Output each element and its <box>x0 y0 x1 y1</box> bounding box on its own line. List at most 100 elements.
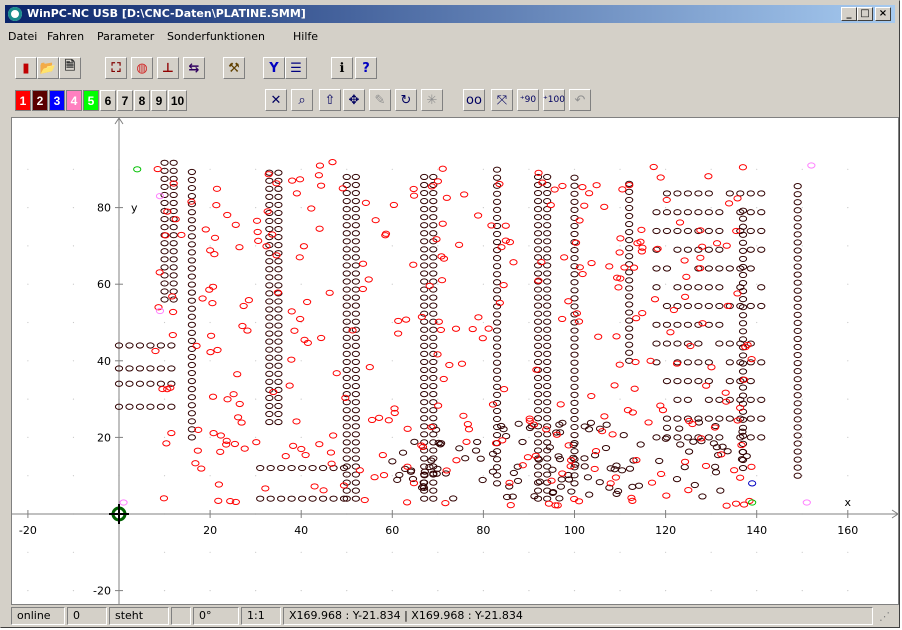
pcb-hole <box>612 462 621 469</box>
jump-button[interactable]: ⇆ <box>183 57 205 79</box>
menu-parameter[interactable]: Parameter <box>97 30 154 43</box>
move-button[interactable]: ✥ <box>343 89 365 111</box>
pcb-hole <box>187 257 196 264</box>
pcb-pad <box>364 276 373 283</box>
pcb-hole <box>169 248 178 255</box>
pen-button[interactable]: ✎ <box>369 89 391 111</box>
color-wheel-button[interactable]: ◍ <box>131 57 153 79</box>
close-button[interactable]: × <box>875 7 891 21</box>
tool-5-button[interactable]: 5 <box>83 90 99 111</box>
rotate-button[interactable]: ↻ <box>395 89 417 111</box>
pcb-pad <box>193 447 202 454</box>
tool-3-button[interactable]: 3 <box>49 90 65 111</box>
menu-datei[interactable]: Datei <box>8 30 37 43</box>
list-button[interactable]: ☰ <box>285 57 307 79</box>
tool-change-button[interactable]: ⚒ <box>223 57 245 79</box>
pcb-hole <box>543 350 552 358</box>
view-fit-button[interactable]: ⛶ <box>105 57 127 79</box>
minimize-button[interactable]: _ <box>841 7 857 21</box>
tool-8-button[interactable]: 8 <box>134 90 150 111</box>
tool-6-button[interactable]: 6 <box>100 90 116 111</box>
mirror-button[interactable]: ⤧ <box>491 89 513 111</box>
rotate-90-button[interactable]: ⁺90 <box>517 89 539 111</box>
menu-hilfe[interactable]: Hilfe <box>293 30 318 43</box>
pcb-pad <box>441 500 450 507</box>
pcb-pad <box>722 242 731 249</box>
y-tick-label: 40 <box>97 355 111 368</box>
pcb-hole <box>543 278 552 285</box>
grid-dot <box>482 436 484 438</box>
pcb-hole <box>256 495 265 502</box>
window-title: WinPC-NC USB [D:\CNC-Daten\PLATINE.SMM] <box>27 7 306 20</box>
star-button[interactable]: ✳ <box>421 89 443 111</box>
help-icon: ? <box>362 60 370 76</box>
pcb-hole <box>793 416 802 423</box>
pcb-hole <box>169 167 178 174</box>
grid-dot <box>255 398 257 400</box>
pcb-hole <box>351 431 360 438</box>
up-arrow-button[interactable]: ⇧ <box>319 89 341 111</box>
document-button[interactable]: 🗎 <box>59 57 81 79</box>
tool-7-button[interactable]: 7 <box>117 90 133 111</box>
pcb-hole <box>716 487 725 494</box>
pcb-hole <box>492 327 502 334</box>
pcb-hole <box>187 321 196 328</box>
menu-fahren[interactable]: Fahren <box>47 30 84 43</box>
plot-canvas[interactable]: -20 20 40 60 80 100 120 140 160 80 60 40 20 -20 x y <box>11 117 899 605</box>
rotate-100-button[interactable]: ⁺100 <box>543 89 565 111</box>
pcb-hole <box>298 464 307 472</box>
pcb-pad <box>409 261 418 268</box>
open-folder-button[interactable]: 📂 <box>37 57 59 79</box>
pcb-hole <box>351 246 360 253</box>
pcb-pad <box>436 326 446 334</box>
pcb-hole <box>793 183 802 190</box>
grid-dot <box>300 321 302 324</box>
grid-dot <box>72 590 75 592</box>
pcb-hole <box>277 495 286 502</box>
grid-dot <box>573 475 576 477</box>
pcb-hole <box>533 230 543 237</box>
pcb-hole <box>673 415 682 422</box>
tool-10-button[interactable]: 10 <box>168 90 187 111</box>
menu-sonderfunktionen[interactable]: Sonderfunktionen <box>167 30 265 43</box>
exit-button[interactable]: ▮ <box>15 57 37 79</box>
pcb-hole <box>420 270 429 277</box>
pcb-hole <box>509 469 518 477</box>
resize-grip-icon[interactable]: ⋰ <box>879 610 890 623</box>
glasses-button[interactable]: oo <box>463 89 485 111</box>
maximize-button[interactable]: □ <box>857 7 873 21</box>
tool-2-button[interactable]: 2 <box>32 90 48 111</box>
info-button[interactable]: ℹ <box>331 57 353 79</box>
tool-1-button[interactable]: 1 <box>15 90 31 111</box>
help-button[interactable]: ? <box>355 57 377 79</box>
pcb-hole <box>518 438 527 446</box>
cancel-button[interactable]: ✕ <box>265 89 287 111</box>
pcb-hole <box>429 326 438 333</box>
pcb-hole <box>625 465 635 472</box>
rotate-90-icon: ⁺90 <box>519 95 537 105</box>
grid-dot <box>437 321 439 324</box>
tool-4-button[interactable]: 4 <box>66 90 82 111</box>
undo-button[interactable]: ↶ <box>569 89 591 111</box>
filter-button[interactable]: Y <box>263 57 285 79</box>
pcb-hole <box>570 351 579 358</box>
grid-dot <box>300 398 302 400</box>
grid-dot <box>482 321 484 324</box>
tool-9-button[interactable]: 9 <box>151 90 167 111</box>
pcb-hole <box>676 441 685 448</box>
pcb-pad <box>154 304 163 311</box>
pcb-pad <box>733 195 742 202</box>
cancel-icon: ✕ <box>270 92 282 108</box>
grid-dot <box>665 168 667 170</box>
zoom-button[interactable]: ⌕ <box>291 89 313 111</box>
grid-dot <box>437 245 439 247</box>
pcb-hole <box>543 222 552 229</box>
pcb-hole <box>533 310 543 317</box>
pcb-hole <box>287 495 296 502</box>
pcb-hole <box>351 423 360 430</box>
pcb-pad <box>442 194 451 201</box>
pcb-hole <box>533 222 543 229</box>
pcb-hole <box>625 220 634 228</box>
pcb-hole <box>351 270 360 277</box>
anchor-button[interactable]: ⊥ <box>157 57 179 79</box>
